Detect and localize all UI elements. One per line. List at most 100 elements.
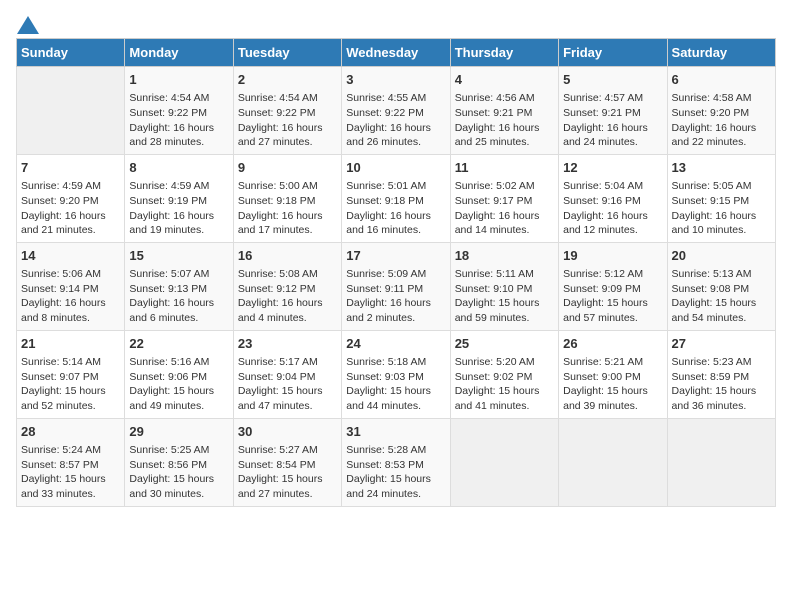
day-number: 3 <box>346 71 445 89</box>
column-header-monday: Monday <box>125 39 233 67</box>
day-number: 24 <box>346 335 445 353</box>
day-info: Sunrise: 4:54 AM Sunset: 9:22 PM Dayligh… <box>238 91 337 150</box>
day-info: Sunrise: 5:06 AM Sunset: 9:14 PM Dayligh… <box>21 267 120 326</box>
day-info: Sunrise: 5:18 AM Sunset: 9:03 PM Dayligh… <box>346 355 445 414</box>
day-info: Sunrise: 5:04 AM Sunset: 9:16 PM Dayligh… <box>563 179 662 238</box>
calendar-cell: 29Sunrise: 5:25 AM Sunset: 8:56 PM Dayli… <box>125 418 233 506</box>
calendar-cell: 6Sunrise: 4:58 AM Sunset: 9:20 PM Daylig… <box>667 67 775 155</box>
calendar-cell: 14 Sunrise: 5:06 AM Sunset: 9:14 PM Dayli… <box>17 242 125 330</box>
day-info: Sunrise: 5:24 AM Sunset: 8:57 PM Dayligh… <box>21 443 120 502</box>
day-info: Sunrise: 5:11 AM Sunset: 9:10 PM Dayligh… <box>455 267 554 326</box>
calendar-cell: 7 Sunrise: 4:59 AM Sunset: 9:20 PM Daylig… <box>17 154 125 242</box>
day-info: Sunrise: 5:09 AM Sunset: 9:11 PM Dayligh… <box>346 267 445 326</box>
calendar-cell <box>17 67 125 155</box>
calendar-cell: 12Sunrise: 5:04 AM Sunset: 9:16 PM Dayli… <box>559 154 667 242</box>
day-info: Sunrise: 5:00 AM Sunset: 9:18 PM Dayligh… <box>238 179 337 238</box>
day-number: 14 <box>21 247 120 265</box>
day-number: 17 <box>346 247 445 265</box>
day-number: 20 <box>672 247 771 265</box>
day-info: Sunrise: 5:01 AM Sunset: 9:18 PM Dayligh… <box>346 179 445 238</box>
calendar-cell: 31 Sunrise: 5:28 AM Sunset: 8:53 PM Dayli… <box>342 418 450 506</box>
day-number: 2 <box>238 71 337 89</box>
calendar-cell: 16Sunrise: 5:08 AM Sunset: 9:12 PM Dayli… <box>233 242 341 330</box>
calendar-cell: 3 Sunrise: 4:55 AM Sunset: 9:22 PM Daylig… <box>342 67 450 155</box>
calendar-cell: 19Sunrise: 5:12 AM Sunset: 9:09 PM Dayli… <box>559 242 667 330</box>
calendar-cell: 4Sunrise: 4:56 AM Sunset: 9:21 PM Daylig… <box>450 67 558 155</box>
day-number: 25 <box>455 335 554 353</box>
day-info: Sunrise: 4:59 AM Sunset: 9:20 PM Dayligh… <box>21 179 120 238</box>
logo <box>16 16 39 30</box>
day-number: 11 <box>455 159 554 177</box>
calendar-cell: 10 Sunrise: 5:01 AM Sunset: 9:18 PM Dayli… <box>342 154 450 242</box>
day-number: 5 <box>563 71 662 89</box>
column-header-saturday: Saturday <box>667 39 775 67</box>
calendar-cell: 11 Sunrise: 5:02 AM Sunset: 9:17 PM Dayli… <box>450 154 558 242</box>
day-number: 31 <box>346 423 445 441</box>
calendar-cell: 9 Sunrise: 5:00 AM Sunset: 9:18 PM Daylig… <box>233 154 341 242</box>
day-info: Sunrise: 5:02 AM Sunset: 9:17 PM Dayligh… <box>455 179 554 238</box>
calendar-table: SundayMondayTuesdayWednesdayThursdayFrid… <box>16 38 776 507</box>
day-info: Sunrise: 5:27 AM Sunset: 8:54 PM Dayligh… <box>238 443 337 502</box>
day-info: Sunrise: 5:25 AM Sunset: 8:56 PM Dayligh… <box>129 443 228 502</box>
calendar-cell: 20 Sunrise: 5:13 AM Sunset: 9:08 PM Dayli… <box>667 242 775 330</box>
page-header <box>16 16 776 30</box>
calendar-cell: 15Sunrise: 5:07 AM Sunset: 9:13 PM Dayli… <box>125 242 233 330</box>
column-header-sunday: Sunday <box>17 39 125 67</box>
day-number: 16 <box>238 247 337 265</box>
day-info: Sunrise: 4:55 AM Sunset: 9:22 PM Dayligh… <box>346 91 445 150</box>
calendar-week-1: 1 Sunrise: 4:54 AM Sunset: 9:22 PM Daylig… <box>17 67 776 155</box>
calendar-cell: 25 Sunrise: 5:20 AM Sunset: 9:02 PM Dayli… <box>450 330 558 418</box>
calendar-cell: 13 Sunrise: 5:05 AM Sunset: 9:15 PM Dayli… <box>667 154 775 242</box>
day-info: Sunrise: 4:59 AM Sunset: 9:19 PM Dayligh… <box>129 179 228 238</box>
column-header-wednesday: Wednesday <box>342 39 450 67</box>
day-number: 15 <box>129 247 228 265</box>
day-number: 4 <box>455 71 554 89</box>
calendar-cell: 27 Sunrise: 5:23 AM Sunset: 8:59 PM Dayli… <box>667 330 775 418</box>
calendar-cell <box>559 418 667 506</box>
day-info: Sunrise: 5:12 AM Sunset: 9:09 PM Dayligh… <box>563 267 662 326</box>
day-number: 30 <box>238 423 337 441</box>
day-number: 13 <box>672 159 771 177</box>
calendar-cell: 30 Sunrise: 5:27 AM Sunset: 8:54 PM Dayli… <box>233 418 341 506</box>
calendar-cell: 28Sunrise: 5:24 AM Sunset: 8:57 PM Dayli… <box>17 418 125 506</box>
day-info: Sunrise: 5:28 AM Sunset: 8:53 PM Dayligh… <box>346 443 445 502</box>
day-number: 27 <box>672 335 771 353</box>
calendar-cell: 5 Sunrise: 4:57 AM Sunset: 9:21 PM Daylig… <box>559 67 667 155</box>
day-info: Sunrise: 5:23 AM Sunset: 8:59 PM Dayligh… <box>672 355 771 414</box>
calendar-cell: 24 Sunrise: 5:18 AM Sunset: 9:03 PM Dayli… <box>342 330 450 418</box>
calendar-cell: 22 Sunrise: 5:16 AM Sunset: 9:06 PM Dayli… <box>125 330 233 418</box>
calendar-week-2: 7 Sunrise: 4:59 AM Sunset: 9:20 PM Daylig… <box>17 154 776 242</box>
day-number: 21 <box>21 335 120 353</box>
day-number: 9 <box>238 159 337 177</box>
column-header-thursday: Thursday <box>450 39 558 67</box>
calendar-week-5: 28Sunrise: 5:24 AM Sunset: 8:57 PM Dayli… <box>17 418 776 506</box>
day-info: Sunrise: 5:14 AM Sunset: 9:07 PM Dayligh… <box>21 355 120 414</box>
day-number: 1 <box>129 71 228 89</box>
calendar-cell: 2 Sunrise: 4:54 AM Sunset: 9:22 PM Daylig… <box>233 67 341 155</box>
calendar-cell <box>667 418 775 506</box>
day-info: Sunrise: 5:05 AM Sunset: 9:15 PM Dayligh… <box>672 179 771 238</box>
calendar-cell: 18 Sunrise: 5:11 AM Sunset: 9:10 PM Dayli… <box>450 242 558 330</box>
calendar-week-4: 21 Sunrise: 5:14 AM Sunset: 9:07 PM Dayli… <box>17 330 776 418</box>
day-info: Sunrise: 5:13 AM Sunset: 9:08 PM Dayligh… <box>672 267 771 326</box>
calendar-cell: 26Sunrise: 5:21 AM Sunset: 9:00 PM Dayli… <box>559 330 667 418</box>
logo-icon <box>17 16 39 34</box>
day-info: Sunrise: 5:17 AM Sunset: 9:04 PM Dayligh… <box>238 355 337 414</box>
calendar-cell: 23 Sunrise: 5:17 AM Sunset: 9:04 PM Dayli… <box>233 330 341 418</box>
day-number: 22 <box>129 335 228 353</box>
day-info: Sunrise: 4:58 AM Sunset: 9:20 PM Dayligh… <box>672 91 771 150</box>
column-header-friday: Friday <box>559 39 667 67</box>
calendar-cell: 17 Sunrise: 5:09 AM Sunset: 9:11 PM Dayli… <box>342 242 450 330</box>
day-number: 10 <box>346 159 445 177</box>
day-info: Sunrise: 4:54 AM Sunset: 9:22 PM Dayligh… <box>129 91 228 150</box>
day-info: Sunrise: 5:16 AM Sunset: 9:06 PM Dayligh… <box>129 355 228 414</box>
day-info: Sunrise: 4:57 AM Sunset: 9:21 PM Dayligh… <box>563 91 662 150</box>
day-info: Sunrise: 5:21 AM Sunset: 9:00 PM Dayligh… <box>563 355 662 414</box>
day-number: 7 <box>21 159 120 177</box>
day-number: 23 <box>238 335 337 353</box>
day-number: 8 <box>129 159 228 177</box>
calendar-week-3: 14 Sunrise: 5:06 AM Sunset: 9:14 PM Dayli… <box>17 242 776 330</box>
day-number: 18 <box>455 247 554 265</box>
day-info: Sunrise: 5:20 AM Sunset: 9:02 PM Dayligh… <box>455 355 554 414</box>
calendar-cell: 1 Sunrise: 4:54 AM Sunset: 9:22 PM Daylig… <box>125 67 233 155</box>
